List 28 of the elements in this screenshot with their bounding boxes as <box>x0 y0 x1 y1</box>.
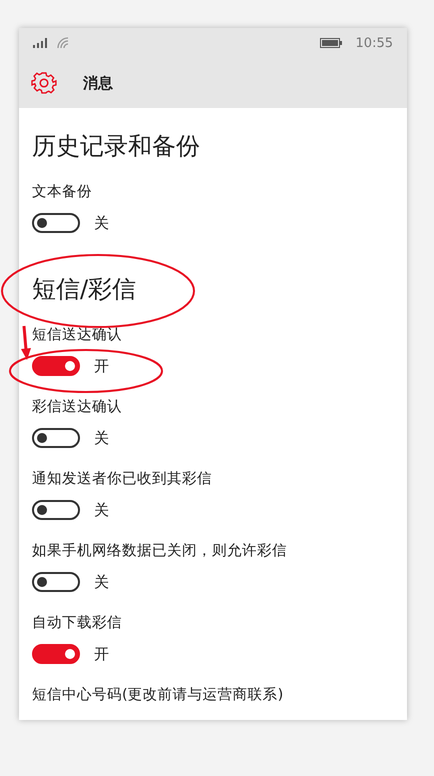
toggle-switch[interactable] <box>32 572 80 592</box>
page-title: 消息 <box>83 74 113 92</box>
toggle-switch[interactable] <box>32 356 80 376</box>
toggle-state-label: 关 <box>94 572 109 592</box>
setting-label: 如果手机网络数据已关闭，则允许彩信 <box>32 542 288 560</box>
section-title: 历史记录和备份 <box>32 131 201 162</box>
clock-time: 10:55 <box>356 36 393 50</box>
setting-label: 自动下载彩信 <box>32 614 123 632</box>
toggle-state-label: 关 <box>94 214 109 232</box>
settings-icon[interactable] <box>31 70 57 96</box>
setting-label: 彩信送达确认 <box>32 398 123 416</box>
toggle-switch[interactable] <box>32 644 80 664</box>
setting-label[interactable]: 短信中心号码(更改前请与运营商联系) <box>32 685 395 704</box>
wifi-icon <box>57 37 71 49</box>
section-title: 短信/彩信 <box>32 274 138 305</box>
setting-label: 文本备份 <box>32 183 93 201</box>
signal-icon <box>33 38 49 48</box>
setting-label: 通知发送者你已收到其彩信 <box>32 470 213 488</box>
toggle-state-label: 关 <box>94 428 109 448</box>
annotation-arrow <box>21 326 31 360</box>
toggle-switch[interactable] <box>32 213 80 233</box>
setting-label: 短信送达确认 <box>32 326 123 344</box>
toggle-state-label: 开 <box>94 644 109 664</box>
toggle-switch[interactable] <box>32 500 80 520</box>
toggle-switch[interactable] <box>32 428 80 448</box>
toggle-state-label: 关 <box>94 500 109 520</box>
toggle-state-label: 开 <box>94 356 109 376</box>
battery-icon <box>320 38 342 48</box>
